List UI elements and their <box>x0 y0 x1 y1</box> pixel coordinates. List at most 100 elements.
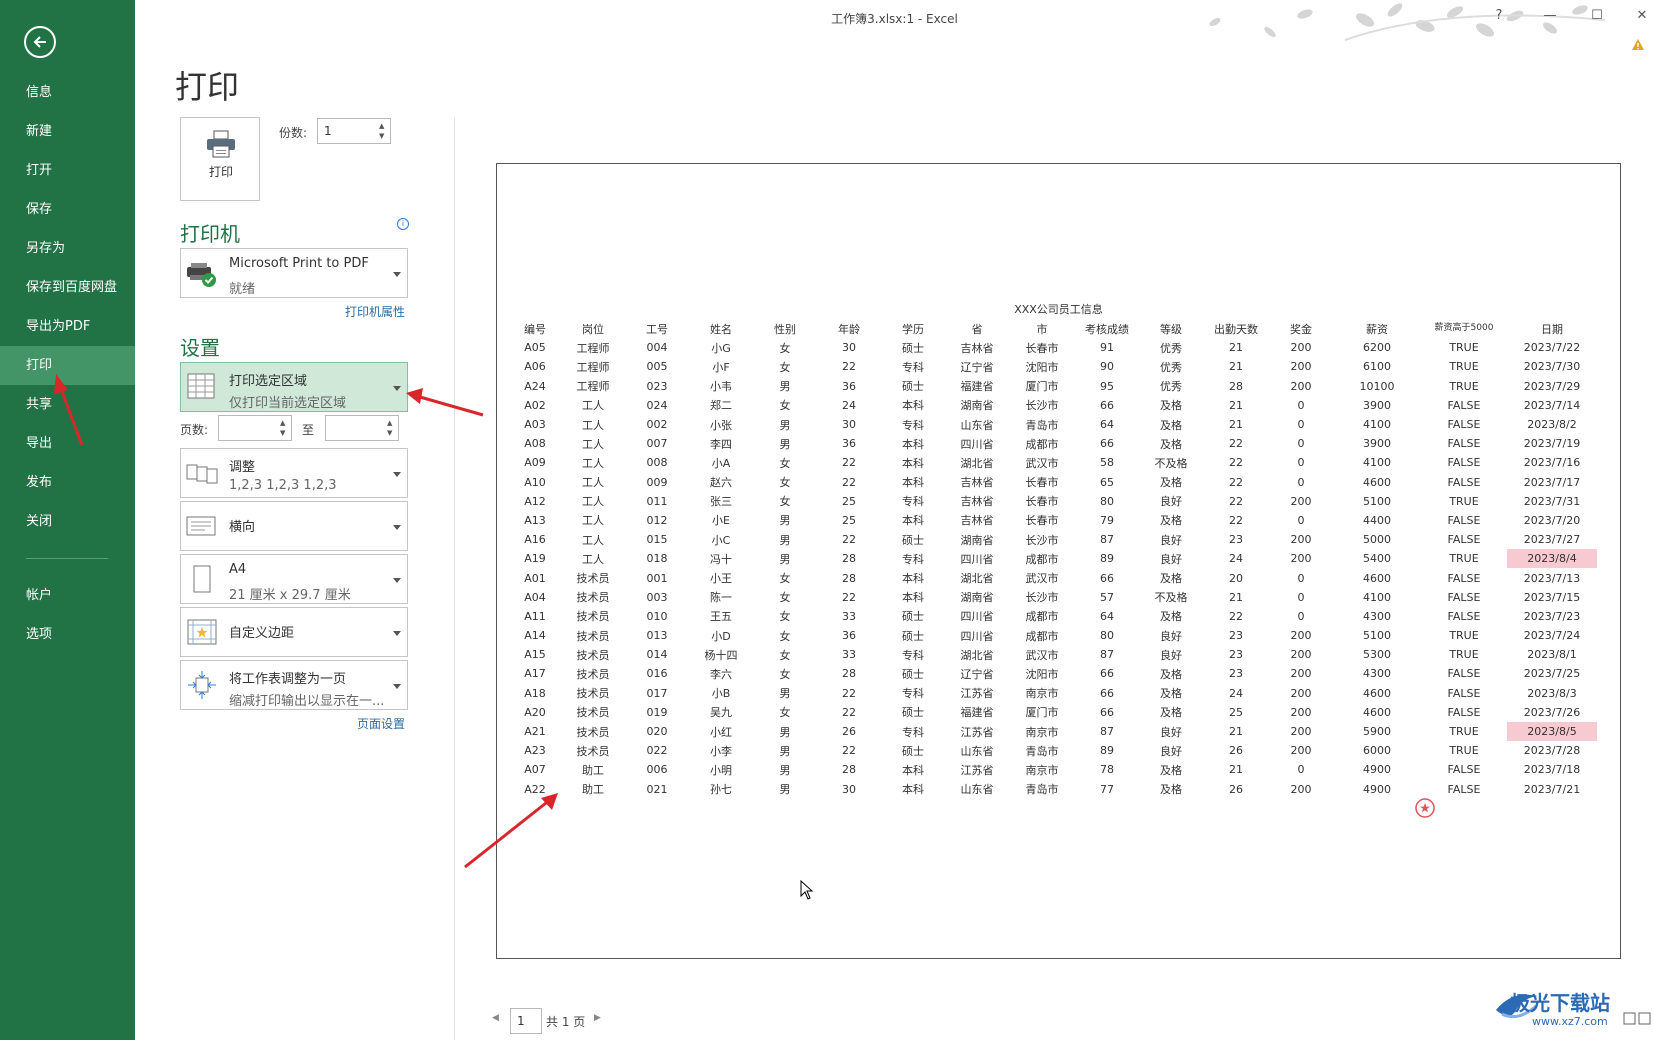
table-cell: 女 <box>779 360 791 374</box>
table-cell: 2023/7/22 <box>1523 341 1581 355</box>
table-cell: 女 <box>779 341 791 355</box>
sidebar-item-publish[interactable]: 发布 <box>0 463 135 502</box>
column-header: 考核成绩 <box>1085 322 1129 336</box>
sidebar-item-info[interactable]: 信息 <box>0 73 135 112</box>
spin-down-icon[interactable]: ▼ <box>280 429 288 437</box>
table-cell: 0 <box>1297 418 1305 432</box>
sidebar-item-close[interactable]: 关闭 <box>0 502 135 541</box>
table-cell: TRUE <box>1449 360 1479 374</box>
table-cell: TRUE <box>1449 494 1479 508</box>
table-cell: 女 <box>779 629 791 643</box>
watermark-name: 极光下载站 <box>1510 991 1610 1015</box>
printer-dropdown[interactable]: Microsoft Print to PDF 就绪 <box>180 248 408 298</box>
sheet-title: XXX公司员工信息 <box>1014 303 1103 316</box>
table-cell: 江苏省 <box>960 725 994 739</box>
table-cell: 本科 <box>902 399 924 413</box>
back-arrow-icon[interactable] <box>24 26 56 58</box>
table-cell: 女 <box>779 706 791 720</box>
spin-down-icon[interactable]: ▼ <box>387 429 395 437</box>
column-header: 薪资高于5000 <box>1434 323 1494 334</box>
table-cell: 小C <box>711 533 731 547</box>
table-cell: 008 <box>646 456 668 470</box>
table-cell: 工人 <box>582 418 604 432</box>
pages-from-input[interactable]: ▲ ▼ <box>218 415 292 441</box>
table-cell: 33 <box>842 648 856 662</box>
table-cell: 冯十 <box>710 552 732 566</box>
collate-icon <box>186 464 218 484</box>
table-cell: 200 <box>1290 494 1312 508</box>
scaling-dropdown[interactable]: 将工作表调整为一页 缩减打印输出以显示在一... <box>180 660 408 710</box>
table-cell: 青岛市 <box>1025 783 1059 797</box>
table-cell: 江苏省 <box>960 763 994 777</box>
table-cell: 87 <box>1100 725 1114 739</box>
orientation-dropdown[interactable]: 横向 <box>180 501 408 551</box>
table-cell: 79 <box>1100 513 1114 527</box>
table-cell: 小B <box>711 687 731 701</box>
view-toggle-icon[interactable] <box>1622 1012 1652 1026</box>
table-cell: 87 <box>1100 533 1114 547</box>
table-cell: 青岛市 <box>1025 418 1059 432</box>
spin-up-icon[interactable]: ▲ <box>280 419 288 427</box>
info-icon[interactable]: i <box>397 218 409 230</box>
table-cell: 及格 <box>1160 667 1182 681</box>
sidebar-item-save[interactable]: 保存 <box>0 190 135 229</box>
page-number-input[interactable]: 1 <box>510 1008 542 1034</box>
sidebar-item-options[interactable]: 选项 <box>0 615 135 654</box>
margins-dropdown[interactable]: 自定义边距 <box>180 607 408 657</box>
spin-down-icon[interactable]: ▼ <box>379 132 387 140</box>
table-cell: 长春市 <box>1025 514 1059 528</box>
collate-dropdown[interactable]: 调整 1,2,3 1,2,3 1,2,3 <box>180 448 408 498</box>
help-button[interactable]: ? <box>1489 6 1509 26</box>
table-cell: A11 <box>524 609 546 623</box>
sidebar-item-account[interactable]: 帐户 <box>0 576 135 615</box>
table-cell: A10 <box>524 475 546 489</box>
sidebar-nav: 信息 新建 打开 保存 另存为 保存到百度网盘 导出为PDF 打印 共享 导出 … <box>0 73 135 654</box>
table-cell: 成都市 <box>1025 610 1059 624</box>
table-cell: 湖南省 <box>960 533 994 547</box>
printer-properties-link[interactable]: 打印机属性 <box>345 303 405 320</box>
sidebar-item-export-pdf[interactable]: 导出为PDF <box>0 307 135 346</box>
table-cell: 30 <box>842 782 856 796</box>
paper-size-dropdown[interactable]: A4 21 厘米 x 29.7 厘米 <box>180 554 408 604</box>
table-cell: 004 <box>646 341 668 355</box>
table-cell: 男 <box>779 687 791 701</box>
spin-up-icon[interactable]: ▲ <box>387 419 395 427</box>
table-cell: 女 <box>779 476 791 490</box>
sidebar-item-export[interactable]: 导出 <box>0 424 135 463</box>
table-cell: 技术员 <box>576 687 610 701</box>
table-cell: 30 <box>842 341 856 355</box>
table-cell: 助工 <box>582 763 604 777</box>
table-row: A16 工人 015 小C 男 22 硕士 湖南省 长沙市 87 良好 23 200 5000 FALSE 2… <box>509 530 1597 549</box>
sheet-grid-icon <box>187 373 215 399</box>
print-area-dropdown[interactable]: 打印选定区域 仅打印当前选定区域 <box>180 362 408 412</box>
table-cell: 硕士 <box>902 706 924 720</box>
page-setup-link[interactable]: 页面设置 <box>357 715 405 732</box>
next-page-icon[interactable]: ▶ <box>594 1013 601 1023</box>
table-row: A13 工人 012 小E 男 25 本科 吉林省 长春市 79 及格 22 0 4400 FALSE 202… <box>509 511 1597 530</box>
minimize-button[interactable]: — <box>1540 6 1560 26</box>
print-button[interactable]: 打印 <box>180 117 260 201</box>
table-cell: 2023/7/17 <box>1523 475 1581 489</box>
close-button[interactable]: ✕ <box>1632 6 1652 26</box>
table-cell: 25 <box>1229 705 1243 719</box>
table-cell: 021 <box>646 782 668 796</box>
table-cell: 22 <box>842 475 856 489</box>
prev-page-icon[interactable]: ◀ <box>492 1013 499 1023</box>
pages-to-input[interactable]: ▲ ▼ <box>325 415 399 441</box>
table-cell: 工人 <box>582 437 604 451</box>
table-row: A05 工程师 004 小G 女 30 硕士 吉林省 长春市 91 优秀 21 200 6200 TRUE 2… <box>509 338 1597 357</box>
sidebar-item-print[interactable]: 打印 <box>0 346 135 385</box>
sidebar-item-new[interactable]: 新建 <box>0 112 135 151</box>
restore-button[interactable]: ☐ <box>1587 6 1607 26</box>
sidebar-item-save-to-baidu[interactable]: 保存到百度网盘 <box>0 268 135 307</box>
table-cell: 2023/7/28 <box>1523 744 1581 758</box>
spin-up-icon[interactable]: ▲ <box>379 122 387 130</box>
sidebar-item-open[interactable]: 打开 <box>0 151 135 190</box>
warning-icon[interactable] <box>1631 38 1645 51</box>
copies-stepper[interactable]: 1 ▲ ▼ <box>317 118 391 144</box>
table-cell: FALSE <box>1447 398 1481 412</box>
sidebar-item-save-as[interactable]: 另存为 <box>0 229 135 268</box>
table-cell: 及格 <box>1160 763 1182 777</box>
sidebar-item-share[interactable]: 共享 <box>0 385 135 424</box>
table-cell: 90 <box>1100 360 1114 374</box>
